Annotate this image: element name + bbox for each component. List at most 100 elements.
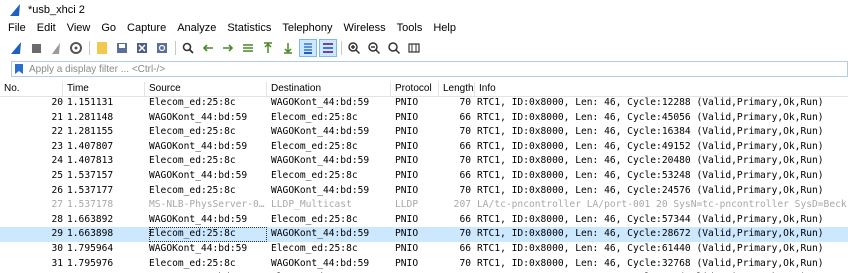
- packet-source: WAGOKont_44:bd:59: [149, 242, 248, 254]
- packet-row[interactable]: 23 1.407807 WAGOKont_44:bd:59 Elecom_ed:25:…: [0, 140, 848, 155]
- column-header-source[interactable]: Source: [145, 82, 267, 96]
- packet-row[interactable]: 31 1.795976 Elecom_ed:25:8c WAGOKont_44:bd:…: [0, 257, 848, 272]
- column-header-destination[interactable]: Destination: [267, 82, 391, 96]
- menu-telephony[interactable]: Telephony: [277, 20, 338, 37]
- auto-scroll-icon[interactable]: [299, 39, 317, 57]
- save-file-icon[interactable]: [114, 40, 130, 56]
- packet-source: WAGOKont_44:bd:59: [149, 169, 248, 181]
- go-to-packet-icon[interactable]: [240, 40, 256, 56]
- menu-file[interactable]: File: [3, 20, 32, 37]
- packet-number: 25: [51, 169, 63, 181]
- packet-time: 1.663898: [67, 228, 114, 240]
- resize-columns-icon[interactable]: [406, 40, 422, 56]
- packet-info: RTC1, ID:0x8000, Len: 46, Cycle:32768 (V…: [477, 257, 824, 269]
- zoom-out-icon[interactable]: [366, 40, 382, 56]
- menu-capture[interactable]: Capture: [122, 20, 172, 37]
- restart-fin-icon[interactable]: [48, 40, 64, 56]
- menu-tools[interactable]: Tools: [392, 20, 429, 37]
- bookmark-icon[interactable]: [14, 63, 24, 75]
- packet-row[interactable]: 24 1.407813 Elecom_ed:25:8c WAGOKont_44:bd:…: [0, 154, 848, 169]
- packet-protocol: PNIO: [395, 126, 419, 138]
- packet-source: Elecom_ed:25:8c: [149, 97, 236, 108]
- menu-statistics[interactable]: Statistics: [222, 20, 277, 37]
- column-header-time[interactable]: Time: [63, 82, 145, 96]
- packet-number: 30: [51, 242, 63, 254]
- packet-number: 29: [51, 228, 63, 240]
- go-last-icon[interactable]: [280, 40, 296, 56]
- packet-length: 66: [459, 111, 471, 123]
- packet-number: 24: [51, 155, 63, 167]
- packet-info: RTC1, ID:0x8000, Len: 46, Cycle:20480 (V…: [477, 155, 824, 167]
- packet-length: 66: [459, 242, 471, 254]
- packet-length: 70: [459, 126, 471, 138]
- packet-length: 66: [459, 213, 471, 225]
- packet-row[interactable]: 26 1.537177 Elecom_ed:25:8c WAGOKont_44:bd:…: [0, 184, 848, 199]
- packet-time: 1.795964: [67, 242, 114, 254]
- packet-row[interactable]: 25 1.537157 WAGOKont_44:bd:59 Elecom_ed:25:…: [0, 169, 848, 184]
- zoom-in-icon[interactable]: [346, 40, 362, 56]
- packet-protocol: PNIO: [395, 111, 419, 123]
- capture-options-gear-icon[interactable]: [68, 40, 84, 56]
- menu-bar: File Edit View Go Capture Analyze Statistics Te…: [0, 19, 848, 38]
- packet-protocol: PNIO: [395, 97, 419, 108]
- colorize-icon[interactable]: [319, 39, 337, 57]
- menu-view[interactable]: View: [62, 20, 97, 37]
- packet-info: LA/tc-pncontroller LA/port-001 20 SysN=t…: [477, 199, 847, 211]
- packet-time: 1.281148: [67, 111, 114, 123]
- shark-fin-start-icon[interactable]: [8, 40, 24, 56]
- packet-list-header: No. Time Source Destination Protocol Len…: [0, 82, 848, 97]
- column-header-info[interactable]: Info: [475, 82, 848, 96]
- packet-row[interactable]: 28 1.663892 WAGOKont_44:bd:59 Elecom_ed:25:…: [0, 213, 848, 228]
- packet-source: Elecom_ed:25:8c: [149, 126, 236, 138]
- menu-help[interactable]: Help: [428, 20, 462, 37]
- packet-number: 21: [51, 111, 63, 123]
- packet-info: RTC1, ID:0x8000, Len: 46, Cycle:28672 (V…: [477, 228, 824, 240]
- packet-protocol: PNIO: [395, 228, 419, 240]
- packet-row[interactable]: 22 1.281155 Elecom_ed:25:8c WAGOKont_44:bd:…: [0, 125, 848, 140]
- go-first-icon[interactable]: [260, 40, 276, 56]
- menu-go[interactable]: Go: [96, 20, 122, 37]
- packet-info: RTC1, ID:0x8000, Len: 46, Cycle:57344 (V…: [477, 213, 824, 225]
- packet-time: 1.663892: [67, 213, 114, 225]
- go-forward-arrow-icon[interactable]: [220, 40, 236, 56]
- display-filter-input[interactable]: Apply a display filter ... <Ctrl-/>: [29, 64, 165, 75]
- packet-length: 70: [459, 257, 471, 269]
- packet-row[interactable]: 27 1.537178 MS-NLB-PhysServer-0… LLDP_Multi…: [0, 198, 848, 213]
- open-folder-icon[interactable]: [94, 40, 110, 56]
- column-header-protocol[interactable]: Protocol: [391, 82, 439, 96]
- menu-wireless[interactable]: Wireless: [339, 20, 392, 37]
- reload-icon[interactable]: [154, 40, 170, 56]
- column-header-length[interactable]: Length: [439, 82, 475, 96]
- packet-destination: Elecom_ed:25:8c: [271, 213, 358, 225]
- packet-protocol: PNIO: [395, 257, 419, 269]
- packet-row[interactable]: 30 1.795964 WAGOKont_44:bd:59 Elecom_ed:25:…: [0, 242, 848, 257]
- packet-length: 66: [459, 169, 471, 181]
- go-back-arrow-icon[interactable]: [200, 40, 216, 56]
- packet-length: 70: [459, 184, 471, 196]
- packet-protocol: PNIO: [395, 213, 419, 225]
- packet-length: 66: [459, 140, 471, 152]
- zoom-normal-icon[interactable]: [386, 40, 402, 56]
- packet-length: 70: [459, 228, 471, 240]
- find-packet-icon[interactable]: [180, 40, 196, 56]
- packet-row-selected[interactable]: 29 1.663898 Elecom_ed:25:8c WAGOKont_44:bd:…: [0, 227, 848, 242]
- packet-row[interactable]: 20 1.151131 Elecom_ed:25:8c WAGOKont_44:bd:…: [0, 96, 848, 111]
- toolbar-separator: [175, 41, 176, 55]
- packet-destination: Elecom_ed:25:8c: [271, 169, 358, 181]
- packet-info: RTC1, ID:0x8000, Len: 46, Cycle:12288 (V…: [477, 97, 824, 108]
- packet-row[interactable]: 21 1.281148 WAGOKont_44:bd:59 Elecom_ed:25:…: [0, 111, 848, 126]
- packet-info: RTC1, ID:0x8000, Len: 46, Cycle:24576 (V…: [477, 184, 824, 196]
- close-file-icon[interactable]: [134, 40, 150, 56]
- stop-square-icon[interactable]: [28, 40, 44, 56]
- menu-edit[interactable]: Edit: [32, 20, 62, 37]
- packet-number: 28: [51, 213, 63, 225]
- column-header-no[interactable]: No.: [0, 82, 63, 96]
- packet-time: 1.407807: [67, 140, 114, 152]
- packet-source: WAGOKont_44:bd:59: [149, 213, 248, 225]
- display-filter-bar[interactable]: Apply a display filter ... <Ctrl-/>: [11, 61, 848, 77]
- packet-protocol: PNIO: [395, 140, 419, 152]
- packet-destination: WAGOKont_44:bd:59: [271, 97, 370, 108]
- packet-source: WAGOKont_44:bd:59: [149, 111, 248, 123]
- menu-analyze[interactable]: Analyze: [172, 20, 222, 37]
- packet-destination: Elecom_ed:25:8c: [271, 242, 358, 254]
